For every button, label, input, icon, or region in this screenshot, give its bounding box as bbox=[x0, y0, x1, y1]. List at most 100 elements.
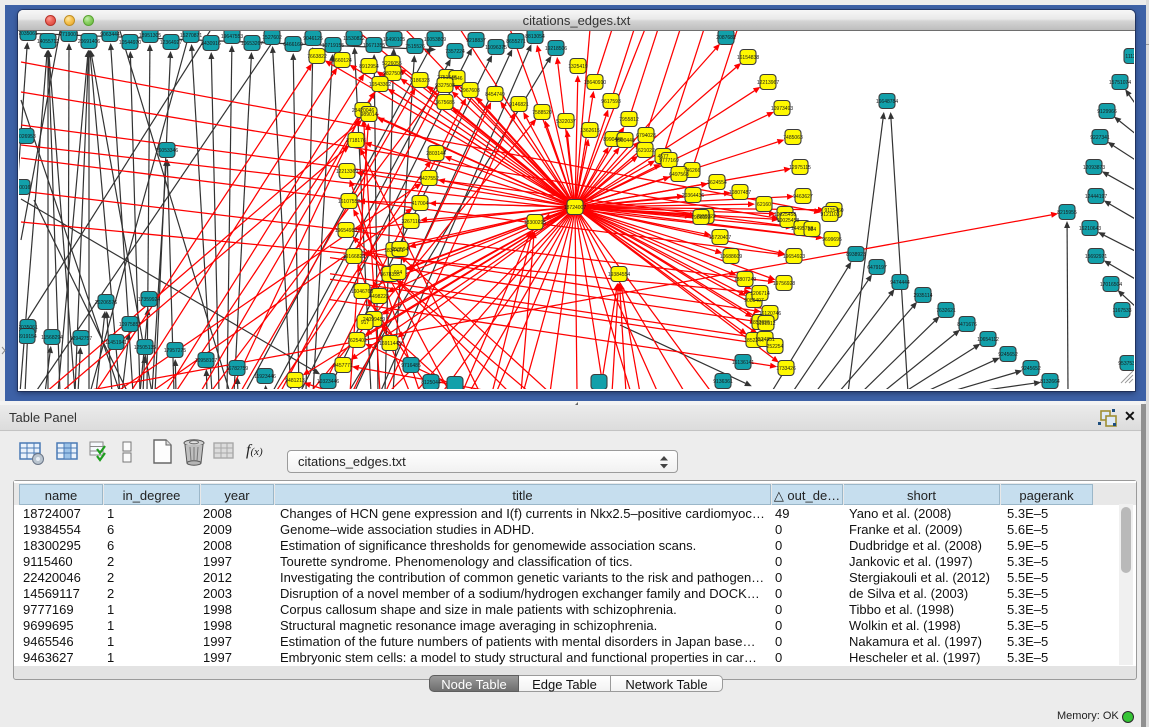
svg-text:2967608: 2967608 bbox=[460, 88, 480, 94]
svg-text:1325419: 1325419 bbox=[568, 64, 588, 70]
svg-text:8125044: 8125044 bbox=[421, 380, 441, 386]
svg-text:11923446: 11923446 bbox=[254, 374, 276, 380]
svg-text:10025458: 10025458 bbox=[777, 218, 799, 224]
svg-text:16154838: 16154838 bbox=[737, 55, 759, 61]
svg-text:10975857: 10975857 bbox=[119, 322, 141, 328]
svg-text:16911443: 16911443 bbox=[379, 341, 401, 347]
svg-text:7663822: 7663822 bbox=[307, 54, 327, 60]
svg-text:917: 917 bbox=[361, 320, 370, 326]
svg-text:16136141: 16136141 bbox=[732, 360, 754, 366]
svg-text:16120746: 16120746 bbox=[759, 311, 781, 317]
svg-text:9827500: 9827500 bbox=[383, 71, 403, 77]
svg-text:11568294: 11568294 bbox=[41, 335, 63, 341]
svg-text:19756928: 19756928 bbox=[773, 281, 795, 287]
svg-text:16053809: 16053809 bbox=[424, 37, 446, 43]
svg-text:8813054: 8813054 bbox=[525, 34, 545, 40]
svg-text:6479197: 6479197 bbox=[867, 265, 887, 271]
svg-text:12942757: 12942757 bbox=[70, 336, 92, 342]
svg-text:8938923: 8938923 bbox=[846, 252, 866, 258]
svg-text:9245652: 9245652 bbox=[998, 352, 1018, 358]
svg-text:8655271: 8655271 bbox=[506, 39, 526, 45]
svg-text:12213967: 12213967 bbox=[757, 80, 779, 86]
svg-text:6466160: 6466160 bbox=[283, 42, 303, 48]
svg-text:19384554: 19384554 bbox=[608, 272, 630, 278]
svg-text:1621022: 1621022 bbox=[635, 148, 655, 154]
svg-text:1524851: 1524851 bbox=[755, 337, 775, 343]
svg-text:417004: 417004 bbox=[412, 201, 429, 207]
svg-text:1151312: 1151312 bbox=[756, 321, 775, 327]
svg-text:7632621: 7632621 bbox=[936, 308, 956, 314]
svg-text:20206576: 20206576 bbox=[95, 300, 117, 306]
svg-text:9136361: 9136361 bbox=[713, 379, 733, 385]
svg-text:15720407: 15720407 bbox=[709, 235, 731, 241]
svg-text:4498222: 4498222 bbox=[369, 294, 389, 300]
svg-text:15692971: 15692971 bbox=[1085, 254, 1107, 260]
svg-text:8186323: 8186323 bbox=[410, 78, 430, 84]
svg-text:2718176: 2718176 bbox=[346, 138, 366, 144]
svg-text:10653267: 10653267 bbox=[241, 41, 263, 47]
svg-text:9121103: 9121103 bbox=[820, 212, 839, 218]
svg-text:7625402: 7625402 bbox=[347, 338, 367, 344]
svg-text:9046125: 9046125 bbox=[303, 36, 323, 42]
svg-text:9716485: 9716485 bbox=[401, 363, 421, 369]
svg-text:1527602: 1527602 bbox=[262, 35, 282, 41]
svg-text:9481213: 9481213 bbox=[285, 378, 305, 384]
svg-text:17359924: 17359924 bbox=[138, 297, 160, 303]
svg-text:18640910: 18640910 bbox=[584, 80, 606, 86]
svg-text:9990448: 9990448 bbox=[615, 138, 635, 144]
svg-text:16543362: 16543362 bbox=[369, 82, 391, 88]
svg-text:19218506: 19218506 bbox=[545, 46, 567, 52]
svg-text:10544970: 10544970 bbox=[119, 40, 141, 46]
svg-text:9474444: 9474444 bbox=[890, 280, 910, 286]
svg-text:19654983: 19654983 bbox=[335, 228, 357, 234]
svg-text:18951305: 18951305 bbox=[139, 33, 161, 39]
svg-text:12213369: 12213369 bbox=[336, 169, 358, 175]
svg-text:150016: 150016 bbox=[19, 185, 31, 191]
svg-text:5322037: 5322037 bbox=[556, 119, 576, 125]
svg-text:9457771: 9457771 bbox=[333, 363, 353, 369]
svg-text:252254: 252254 bbox=[767, 344, 784, 350]
svg-text:2935114: 2935114 bbox=[913, 293, 932, 299]
svg-text:16490105: 16490105 bbox=[383, 37, 405, 43]
svg-text:18724007: 18724007 bbox=[564, 205, 586, 211]
svg-text:17016504: 17016504 bbox=[1100, 282, 1122, 288]
svg-text:9463627: 9463627 bbox=[793, 194, 813, 200]
svg-text:15751074: 15751074 bbox=[1109, 80, 1131, 86]
svg-text:6497568: 6497568 bbox=[669, 172, 689, 178]
svg-text:1733426: 1733426 bbox=[776, 366, 796, 372]
svg-text:914: 914 bbox=[394, 270, 403, 276]
svg-text:9617593: 9617593 bbox=[601, 99, 621, 105]
svg-text:14055712: 14055712 bbox=[37, 39, 59, 45]
svg-text:11530822: 11530822 bbox=[343, 36, 365, 42]
svg-text:7588520: 7588520 bbox=[532, 110, 552, 116]
svg-text:3624554: 3624554 bbox=[707, 180, 727, 186]
svg-text:12444197: 12444197 bbox=[1085, 194, 1107, 200]
svg-text:12093873: 12093873 bbox=[1083, 165, 1105, 171]
svg-text:11124: 11124 bbox=[1125, 54, 1134, 60]
svg-text:9537531: 9537531 bbox=[1118, 361, 1134, 367]
svg-text:8912954: 8912954 bbox=[359, 64, 379, 70]
svg-text:17957275: 17957275 bbox=[164, 348, 186, 354]
svg-text:7719001: 7719001 bbox=[59, 32, 79, 38]
svg-text:26053346: 26053346 bbox=[156, 148, 178, 154]
svg-text:2087682: 2087682 bbox=[716, 35, 736, 41]
svg-text:12364927: 12364927 bbox=[160, 40, 182, 46]
svg-text:12505135: 12505135 bbox=[134, 345, 156, 351]
svg-text:8215955: 8215955 bbox=[1057, 210, 1077, 216]
svg-text:10973493: 10973493 bbox=[771, 106, 793, 112]
svg-text:16648784: 16648784 bbox=[876, 99, 898, 105]
svg-text:11451941: 11451941 bbox=[105, 340, 127, 346]
svg-text:8427552: 8427552 bbox=[419, 176, 439, 182]
svg-text:16782759: 16782759 bbox=[226, 366, 248, 372]
svg-text:7357224: 7357224 bbox=[445, 49, 465, 55]
svg-text:10323446: 10323446 bbox=[317, 379, 339, 385]
svg-text:10807487: 10807487 bbox=[729, 190, 751, 196]
svg-text:10654112: 10654112 bbox=[977, 337, 999, 343]
svg-text:19166822: 19166822 bbox=[343, 254, 365, 260]
svg-text:6794028: 6794028 bbox=[636, 133, 656, 139]
svg-text:884: 884 bbox=[808, 227, 817, 233]
svg-text:10958107: 10958107 bbox=[195, 358, 217, 364]
svg-text:10719155: 10719155 bbox=[322, 43, 344, 49]
svg-text:3675685: 3675685 bbox=[435, 100, 455, 106]
svg-text:9227341: 9227341 bbox=[1090, 135, 1110, 141]
